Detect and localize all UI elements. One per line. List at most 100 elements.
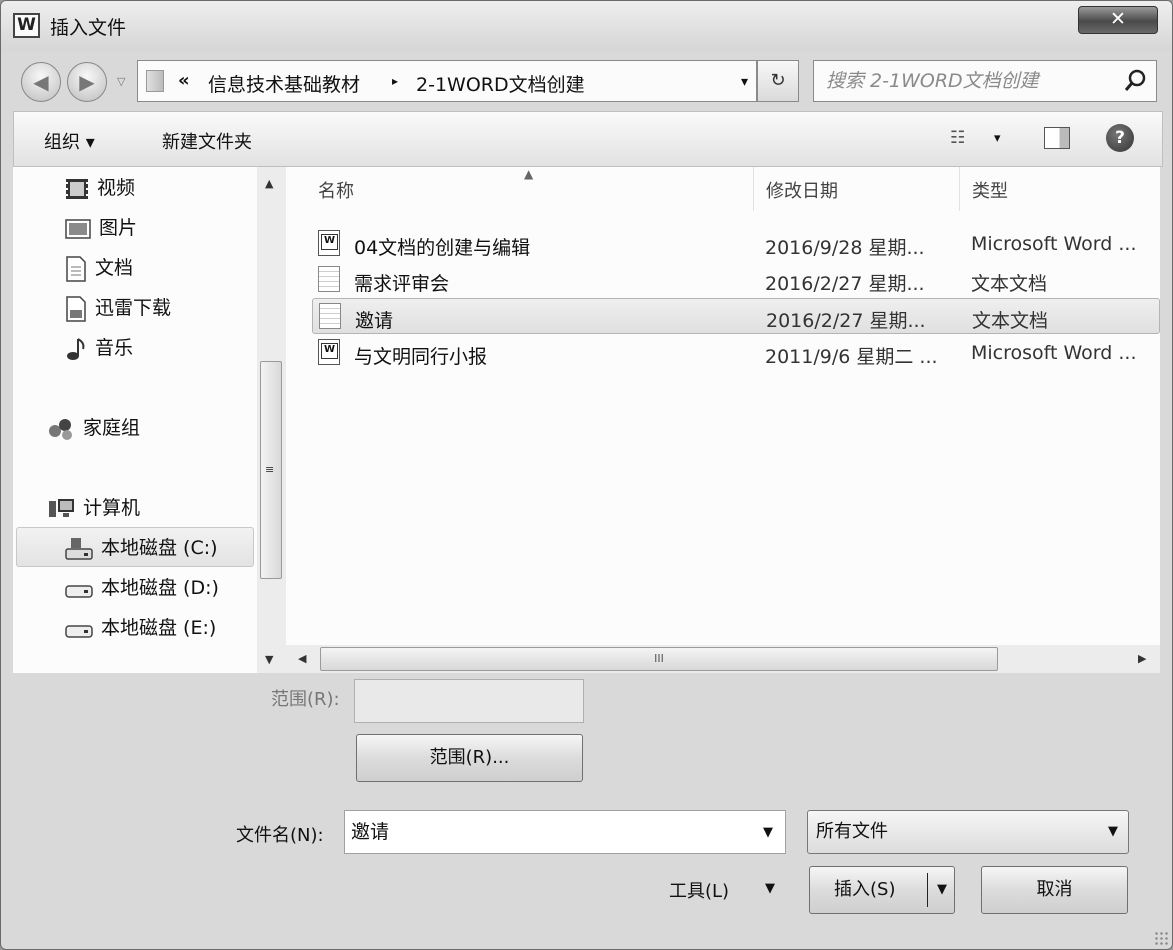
file-date: 2016/2/27 星期... (766, 310, 926, 332)
filename-dropdown-icon[interactable]: ▼ (763, 825, 773, 840)
text-file-icon (319, 303, 341, 329)
nav-item-video[interactable]: 视频 (65, 169, 135, 207)
file-date: 2011/9/6 星期二 ... (765, 346, 938, 368)
drive-icon (65, 624, 93, 638)
file-type: 文本文档 (971, 273, 1048, 295)
breadcrumb-overflow-icon[interactable]: « (178, 70, 190, 91)
file-name: 04文档的创建与编辑 (354, 237, 531, 259)
forward-button[interactable]: ▶ (67, 62, 107, 102)
column-header-name[interactable]: 名称 (318, 177, 354, 203)
insert-button[interactable]: 插入(S) ▼ (809, 866, 955, 914)
scrollbar-thumb[interactable]: III (320, 647, 998, 671)
nav-item-label: 本地磁盘 (C:) (101, 537, 218, 559)
drive-icon (65, 584, 93, 598)
nav-item-label: 家庭组 (83, 417, 141, 439)
nav-item-documents[interactable]: 文档 (65, 249, 133, 287)
music-icon (67, 337, 85, 360)
column-divider[interactable] (753, 167, 754, 211)
text-file-icon (318, 266, 340, 292)
address-dropdown-icon[interactable]: ▾ (741, 74, 748, 90)
view-options-chevron-icon[interactable]: ▾ (994, 131, 1001, 146)
nav-item-label: 图片 (99, 217, 138, 239)
scroll-right-arrow-icon[interactable]: ▶ (1138, 652, 1146, 665)
split-divider (927, 873, 928, 907)
nav-item-pictures[interactable]: 图片 (65, 209, 137, 247)
file-row-selected[interactable]: 邀请 2016/2/27 星期... 文本文档 (312, 298, 1160, 334)
sort-ascending-icon: ▲ (524, 167, 534, 181)
breadcrumb-separator-icon[interactable]: ▸ (392, 74, 398, 88)
nav-item-label: 视频 (97, 177, 136, 199)
drive-c-icon (65, 537, 93, 560)
help-icon[interactable]: ? (1106, 124, 1134, 152)
scroll-up-arrow-icon[interactable]: ▲ (265, 177, 273, 190)
insert-file-dialog: W 插入文件 ✕ ◀ ▶ ▽ « 信息技术基础教材 ▸ 2-1WORD文档创建 … (0, 0, 1173, 950)
insert-options-chevron-icon[interactable]: ▼ (937, 867, 947, 913)
download-icon (66, 295, 86, 322)
file-row[interactable]: 需求评审会 2016/2/27 星期... 文本文档 (312, 262, 1160, 298)
file-name: 与文明同行小报 (354, 346, 488, 368)
nav-item-drive-c[interactable]: 本地磁盘 (C:) (65, 529, 218, 567)
word-doc-icon (318, 230, 340, 256)
file-date: 2016/9/28 星期... (765, 237, 925, 259)
scroll-down-arrow-icon[interactable]: ▼ (265, 653, 273, 666)
range-label: 范围(R): (271, 689, 340, 710)
refresh-button[interactable]: ↻ (757, 60, 799, 102)
column-header-type[interactable]: 类型 (972, 177, 1008, 203)
organize-button[interactable]: 组织 ▾ (44, 128, 95, 154)
address-bar[interactable]: « 信息技术基础教材 ▸ 2-1WORD文档创建 ▾ (137, 60, 757, 102)
cancel-button[interactable]: 取消 (981, 866, 1128, 914)
address-row: ◀ ▶ ▽ « 信息技术基础教材 ▸ 2-1WORD文档创建 ▾ ↻ (1, 51, 1172, 111)
tools-button[interactable]: 工具(L) (669, 877, 729, 903)
new-folder-button[interactable]: 新建文件夹 (162, 128, 252, 154)
filetype-value: 所有文件 (816, 821, 888, 842)
range-button[interactable]: 范围(R)... (356, 734, 583, 782)
nav-item-label: 音乐 (95, 337, 134, 359)
file-name: 需求评审会 (354, 273, 450, 295)
recent-pages-chevron-icon[interactable]: ▽ (117, 75, 125, 88)
tools-dropdown-icon[interactable]: ▼ (765, 881, 775, 896)
nav-item-label: 本地磁盘 (D:) (101, 577, 219, 599)
nav-item-label: 文档 (95, 257, 134, 279)
insert-button-label: 插入(S) (834, 879, 896, 900)
word-app-icon: W (13, 13, 40, 38)
file-date: 2016/2/27 星期... (765, 273, 925, 295)
breadcrumb-item[interactable]: 信息技术基础教材 (208, 70, 360, 97)
search-input[interactable] (813, 60, 1157, 102)
navigation-pane: 视频 图片 文档 迅雷下载 音乐 家庭组 计算机 本地磁盘 (C:) 本地磁盘 … (13, 167, 257, 673)
file-name: 邀请 (355, 310, 394, 332)
preview-pane-icon[interactable] (1044, 127, 1070, 149)
nav-item-homegroup[interactable]: 家庭组 (47, 409, 140, 447)
file-row[interactable]: 与文明同行小报 2011/9/6 星期二 ... Microsoft Word … (312, 335, 1160, 371)
back-button[interactable]: ◀ (21, 62, 61, 102)
scrollbar-grip-icon: ≡ (265, 463, 275, 476)
filetype-select[interactable]: 所有文件 ▼ (807, 810, 1129, 854)
video-icon (66, 178, 88, 199)
nav-item-label: 本地磁盘 (E:) (101, 617, 217, 639)
breadcrumb-item-current[interactable]: 2-1WORD文档创建 (416, 70, 585, 97)
nav-item-music[interactable]: 音乐 (65, 329, 133, 367)
file-type: Microsoft Word ... (971, 342, 1137, 364)
nav-pane-scrollbar[interactable]: ▲ ≡ ▼ (257, 167, 286, 673)
documents-icon (66, 255, 86, 282)
close-button[interactable]: ✕ (1078, 6, 1158, 34)
nav-item-xunlei-download[interactable]: 迅雷下载 (65, 289, 171, 327)
filename-input[interactable]: 邀请 (344, 810, 786, 854)
resize-grip-icon[interactable] (1154, 931, 1168, 945)
file-list-hscrollbar[interactable]: ◀ III ▶ (286, 645, 1160, 673)
nav-item-drive-d[interactable]: 本地磁盘 (D:) (65, 569, 219, 607)
nav-item-drive-e[interactable]: 本地磁盘 (E:) (65, 609, 216, 647)
dialog-title: 插入文件 (50, 17, 127, 39)
pictures-icon (65, 218, 91, 239)
change-view-icon[interactable]: ☷ (950, 128, 965, 148)
title-bar[interactable]: W 插入文件 ✕ (1, 1, 1172, 51)
scroll-left-arrow-icon[interactable]: ◀ (298, 652, 306, 665)
file-type: Microsoft Word ... (971, 233, 1137, 255)
nav-item-label: 计算机 (83, 497, 141, 519)
column-divider[interactable] (959, 167, 960, 211)
chevron-down-icon: ▼ (1108, 824, 1118, 839)
file-row[interactable]: 04文档的创建与编辑 2016/9/28 星期... Microsoft Wor… (312, 226, 1160, 262)
nav-item-computer[interactable]: 计算机 (47, 489, 140, 527)
search-icon[interactable] (1123, 68, 1149, 94)
filename-label: 文件名(N): (236, 825, 324, 846)
column-header-date[interactable]: 修改日期 (766, 177, 838, 203)
